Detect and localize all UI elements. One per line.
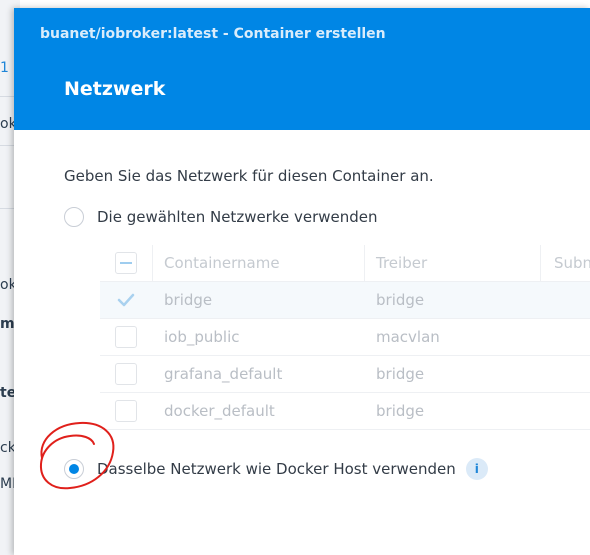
table-row[interactable]: iob_public macvlan [100,319,590,356]
radio-option-selected-networks[interactable]: Die gewählten Netzwerke verwenden [64,207,378,227]
column-divider [364,245,365,281]
divider [0,96,14,97]
radio-label: Dasselbe Netzwerk wie Docker Host verwen… [97,460,456,478]
network-description: Geben Sie das Netzwerk für diesen Contai… [64,167,434,185]
network-driver: macvlan [376,328,440,346]
network-name: iob_public [164,328,240,346]
table-header-row: Containername Treiber Subn [100,245,590,282]
network-driver: bridge [376,291,425,309]
radio-button[interactable] [64,207,84,227]
info-icon[interactable]: i [465,458,488,480]
check-icon [117,293,135,307]
table-row[interactable]: grafana_default bridge [100,356,590,393]
table-row[interactable]: docker_default bridge [100,393,590,430]
network-driver: bridge [376,365,425,383]
row-checkbox-checked[interactable] [115,289,137,311]
network-name: docker_default [164,402,275,420]
radio-label: Die gewählten Netzwerke verwenden [97,208,378,226]
annotation-circle [39,421,115,490]
dialog-title: Netzwerk [64,78,166,100]
network-name: grafana_default [164,365,283,383]
network-name: bridge [164,291,213,309]
row-checkbox[interactable] [115,326,137,348]
dialog-header: buanet/iobroker:latest - Container erste… [14,8,590,130]
divider [0,208,14,209]
network-driver: bridge [376,402,425,420]
network-table: Containername Treiber Subn bridge bridge… [100,245,590,430]
table-row[interactable]: bridge bridge [100,282,590,319]
dialog-subtitle: buanet/iobroker:latest - Container erste… [40,26,386,42]
column-header-containername[interactable]: Containername [164,254,280,272]
row-checkbox[interactable] [115,363,137,385]
column-header-treiber[interactable]: Treiber [376,254,427,272]
divider [0,145,14,146]
select-all-checkbox[interactable] [115,252,137,274]
radio-option-host-network[interactable]: Dasselbe Netzwerk wie Docker Host verwen… [64,458,488,480]
column-header-subnet[interactable]: Subn [554,254,590,272]
column-divider [152,245,153,281]
column-divider [540,245,541,281]
